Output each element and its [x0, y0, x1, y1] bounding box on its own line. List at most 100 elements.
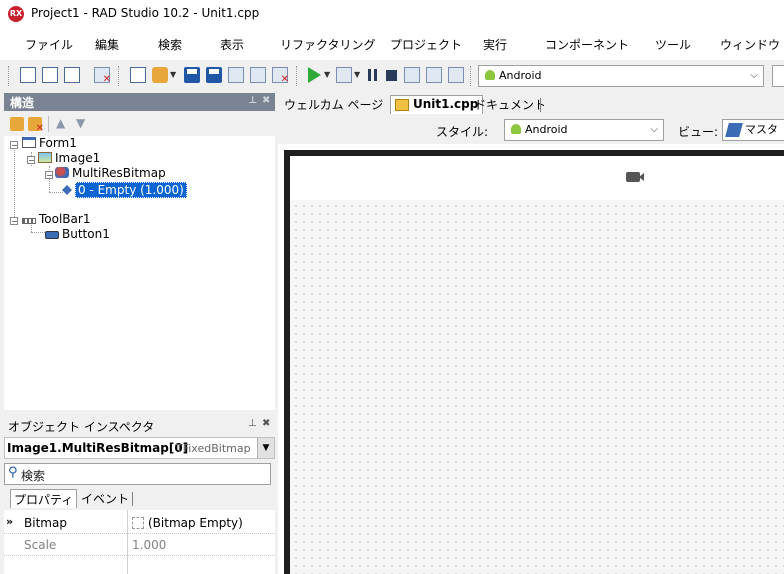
- view-label: ビュー:: [678, 125, 719, 139]
- expand-image1-icon[interactable]: −: [27, 156, 35, 165]
- chevron-down-icon[interactable]: ▼: [257, 438, 274, 458]
- property-search-field[interactable]: ⚲ 検索: [4, 463, 271, 485]
- step-over-icon[interactable]: [404, 67, 420, 83]
- property-value[interactable]: 1.000: [132, 538, 166, 552]
- menu-component[interactable]: コンポーネント: [545, 36, 629, 53]
- expand-multiresbitmap-icon[interactable]: −: [45, 171, 53, 180]
- form-toolbar1[interactable]: [290, 156, 784, 200]
- object-selector-combo[interactable]: Image1.MultiResBitmap[0] TFixedBitmap ▼: [4, 437, 275, 459]
- property-grid: » Bitmap (Bitmap Empty) Scale 1.000: [4, 510, 275, 574]
- toolbar-grip[interactable]: [8, 66, 12, 86]
- style-value: Android: [525, 123, 568, 136]
- pin-icon[interactable]: ⊥: [248, 418, 257, 429]
- menu-run[interactable]: 実行: [483, 36, 507, 53]
- move-up-icon[interactable]: ▲: [56, 116, 65, 130]
- close-icon[interactable]: ✖: [262, 95, 270, 106]
- view-value: マスタ: [745, 123, 778, 136]
- empty-bitmap-icon: [132, 517, 144, 529]
- menu-edit[interactable]: 編集: [95, 36, 119, 53]
- menu-view[interactable]: 表示: [220, 36, 244, 53]
- toolbar-grip[interactable]: [118, 66, 122, 86]
- expand-form1-icon[interactable]: −: [10, 141, 18, 150]
- run-to-cursor-icon[interactable]: [448, 67, 464, 83]
- menu-refactor[interactable]: リファクタリング: [280, 36, 376, 53]
- expand-toolbar1-icon[interactable]: −: [10, 217, 18, 226]
- tab-documents[interactable]: ドキュメント: [470, 95, 550, 114]
- move-down-icon[interactable]: ▼: [76, 116, 85, 130]
- tree-connector: [14, 150, 15, 221]
- save-file-icon[interactable]: [64, 67, 80, 83]
- object-inspector-title: オブジェクト インスペクタ: [8, 420, 155, 434]
- object-inspector-header: オブジェクト インスペクタ ⊥ ✖: [4, 414, 275, 436]
- master-view-icon: [725, 123, 743, 137]
- multiresbitmap-icon: [55, 167, 69, 178]
- tab-properties[interactable]: プロパティ: [10, 489, 78, 508]
- menu-project[interactable]: プロジェクト: [390, 36, 462, 53]
- open-file-icon[interactable]: [42, 67, 58, 83]
- open-project-icon[interactable]: [152, 67, 168, 83]
- close-project-icon[interactable]: ✕: [272, 67, 289, 85]
- save-icon[interactable]: [184, 67, 200, 83]
- rad-studio-app-icon: RX: [8, 6, 24, 22]
- close-file-icon[interactable]: ✕: [94, 67, 111, 85]
- property-value[interactable]: (Bitmap Empty): [148, 516, 243, 530]
- menu-tools[interactable]: ツール: [655, 36, 691, 53]
- image-component-icon: [38, 152, 52, 163]
- search-placeholder: 検索: [21, 469, 46, 483]
- property-row-bitmap[interactable]: » Bitmap (Bitmap Empty): [4, 512, 275, 534]
- menu-search[interactable]: 検索: [158, 36, 182, 53]
- tab-label: Unit1.cpp: [413, 97, 479, 111]
- row-indicator-icon: »: [6, 515, 14, 528]
- tree-node-label: Image1: [55, 151, 101, 165]
- tree-node-label: Button1: [62, 227, 110, 241]
- delete-component-icon[interactable]: ✕: [28, 117, 44, 134]
- view-combo[interactable]: マスタ: [722, 119, 784, 141]
- bitmap-item-icon: [62, 185, 72, 195]
- editor-tabs: ウェルカム ページ Unit1.cpp ドキュメント: [278, 93, 784, 115]
- inspector-tabs: プロパティ イベント: [4, 487, 275, 509]
- target-platform-combo[interactable]: Android ⌵: [478, 65, 764, 87]
- new-file-icon[interactable]: [20, 67, 36, 83]
- tree-node-image1[interactable]: Image1: [38, 151, 100, 165]
- tree-connector: [49, 192, 63, 193]
- add-to-project-icon[interactable]: [228, 67, 244, 83]
- toolbar-component-icon: [22, 218, 36, 224]
- camera-icon[interactable]: [626, 172, 644, 182]
- toolbar-combo-edge[interactable]: [772, 65, 784, 87]
- toolbar-separator: [48, 116, 49, 132]
- android-icon: [485, 70, 495, 80]
- property-name: Bitmap: [24, 516, 67, 530]
- menu-file[interactable]: ファイル: [25, 36, 73, 53]
- structure-tree: − Form1 − Image1 − MultiResBitmap 0 - Em…: [4, 136, 275, 410]
- toolbar-grip[interactable]: [470, 66, 474, 86]
- menu-bar: ファイル 編集 検索 表示 リファクタリング プロジェクト 実行 コンポーネント…: [0, 28, 784, 60]
- tree-node-button1[interactable]: Button1: [45, 227, 110, 241]
- tree-node-bitmap-item-0[interactable]: 0 - Empty (1.000): [62, 182, 187, 198]
- menu-window[interactable]: ウィンドウ: [720, 36, 780, 53]
- save-all-icon[interactable]: [206, 67, 222, 83]
- remove-from-project-icon[interactable]: [250, 67, 266, 83]
- trace-into-icon[interactable]: [426, 67, 442, 83]
- stop-icon[interactable]: [386, 70, 397, 81]
- tree-node-multiresbitmap[interactable]: MultiResBitmap: [55, 166, 166, 180]
- property-name: Scale: [24, 538, 57, 552]
- pause-icon[interactable]: [368, 69, 377, 81]
- run-without-debug-icon[interactable]: [336, 67, 352, 83]
- tree-connector: [31, 232, 45, 233]
- style-combo[interactable]: Android ⌵: [504, 119, 664, 141]
- new-component-icon[interactable]: [10, 117, 24, 131]
- tab-separator: [132, 492, 133, 506]
- cpp-file-icon: [395, 99, 409, 111]
- toolbar-grip[interactable]: [296, 66, 300, 86]
- new-item-icon[interactable]: [130, 67, 146, 83]
- close-icon[interactable]: ✖: [262, 418, 270, 429]
- run-icon[interactable]: [308, 67, 321, 83]
- property-row-scale[interactable]: Scale 1.000: [4, 534, 275, 556]
- tab-events[interactable]: イベント: [78, 489, 132, 508]
- pin-icon[interactable]: ⊥: [248, 95, 257, 106]
- tab-welcome-page[interactable]: ウェルカム ページ: [280, 95, 387, 114]
- form-design-grid[interactable]: [290, 200, 784, 574]
- tree-node-toolbar1[interactable]: ToolBar1: [22, 212, 90, 226]
- tree-node-form1[interactable]: Form1: [22, 136, 77, 150]
- structure-panel-title: 構造: [10, 96, 35, 110]
